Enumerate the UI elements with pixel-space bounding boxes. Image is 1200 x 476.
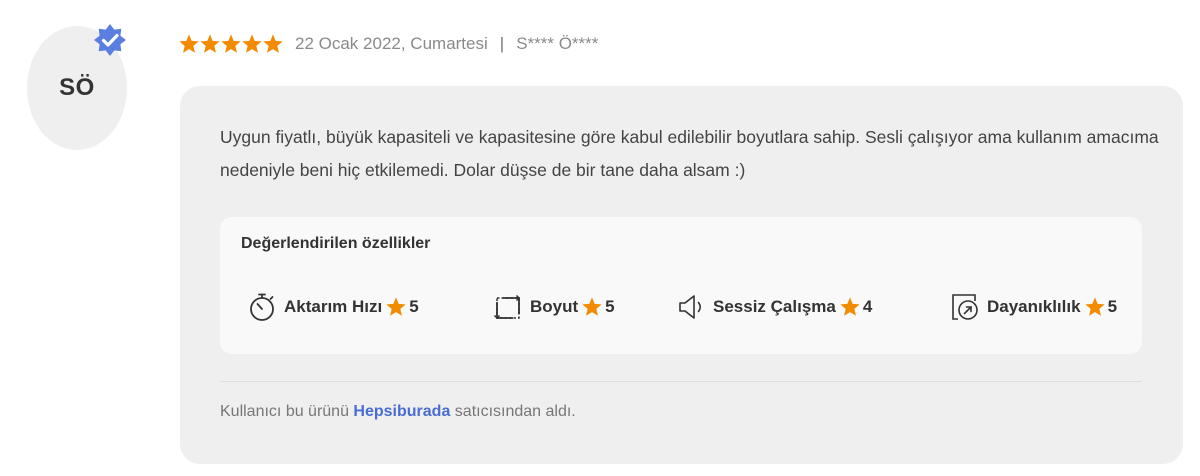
star-icon bbox=[840, 297, 860, 316]
feature-label: Boyut bbox=[530, 297, 579, 316]
feature-label: Aktarım Hızı bbox=[284, 297, 383, 316]
review-card: Uygun fiyatlı, büyük kapasiteli ve kapas… bbox=[180, 86, 1183, 464]
stopwatch-icon bbox=[250, 293, 274, 321]
avatar: SÖ bbox=[27, 24, 127, 151]
review-meta: 22 Ocak 2022, Cumartesi | S**** Ö**** bbox=[178, 30, 598, 58]
feature-score: 5 bbox=[1107, 297, 1118, 316]
star-icon bbox=[242, 34, 262, 53]
resize-icon bbox=[493, 294, 521, 320]
review-date: 22 Ocak 2022, Cumartesi bbox=[295, 34, 488, 53]
star-icon bbox=[386, 297, 406, 316]
feature-size: Boyut 5 bbox=[492, 289, 615, 325]
star-icon bbox=[179, 34, 199, 53]
feature-label: Sessiz Çalışma bbox=[713, 297, 836, 316]
feature-transfer-speed: Aktarım Hızı 5 bbox=[246, 289, 419, 325]
divider bbox=[220, 381, 1142, 382]
seller-link[interactable]: Hepsiburada bbox=[353, 403, 450, 420]
star-icon bbox=[200, 34, 220, 53]
feature-score: 5 bbox=[409, 297, 419, 316]
seller-info: Kullanıcı bu ürünü Hepsiburada satıcısın… bbox=[220, 403, 576, 421]
verified-badge-icon bbox=[94, 24, 126, 56]
speaker-icon bbox=[679, 295, 702, 319]
feature-score: 5 bbox=[605, 297, 615, 316]
meta-separator: | bbox=[499, 34, 505, 53]
seller-prefix: Kullanıcı bu ürünü bbox=[220, 403, 354, 420]
feature-durability: Dayanıklılık 5 bbox=[949, 289, 1117, 325]
durability-icon bbox=[952, 294, 978, 320]
rating-stars bbox=[178, 33, 283, 55]
avatar-initials: SÖ bbox=[59, 74, 95, 101]
review-author: S**** Ö**** bbox=[516, 34, 599, 53]
features-title: Değerlendirilen özellikler bbox=[241, 235, 431, 252]
star-icon bbox=[263, 34, 283, 53]
rated-features-panel: Değerlendirilen özellikler Aktarım Hızı … bbox=[220, 217, 1142, 354]
feature-label: Dayanıklılık bbox=[987, 297, 1081, 316]
star-icon bbox=[582, 297, 602, 316]
star-icon bbox=[1084, 297, 1105, 316]
star-icon bbox=[221, 34, 241, 53]
feature-score: 4 bbox=[862, 297, 873, 316]
seller-suffix: satıcısından aldı. bbox=[450, 403, 576, 420]
review-text: Uygun fiyatlı, büyük kapasiteli ve kapas… bbox=[220, 127, 1159, 180]
feature-silent-operation: Sessiz Çalışma 4 bbox=[675, 289, 872, 325]
